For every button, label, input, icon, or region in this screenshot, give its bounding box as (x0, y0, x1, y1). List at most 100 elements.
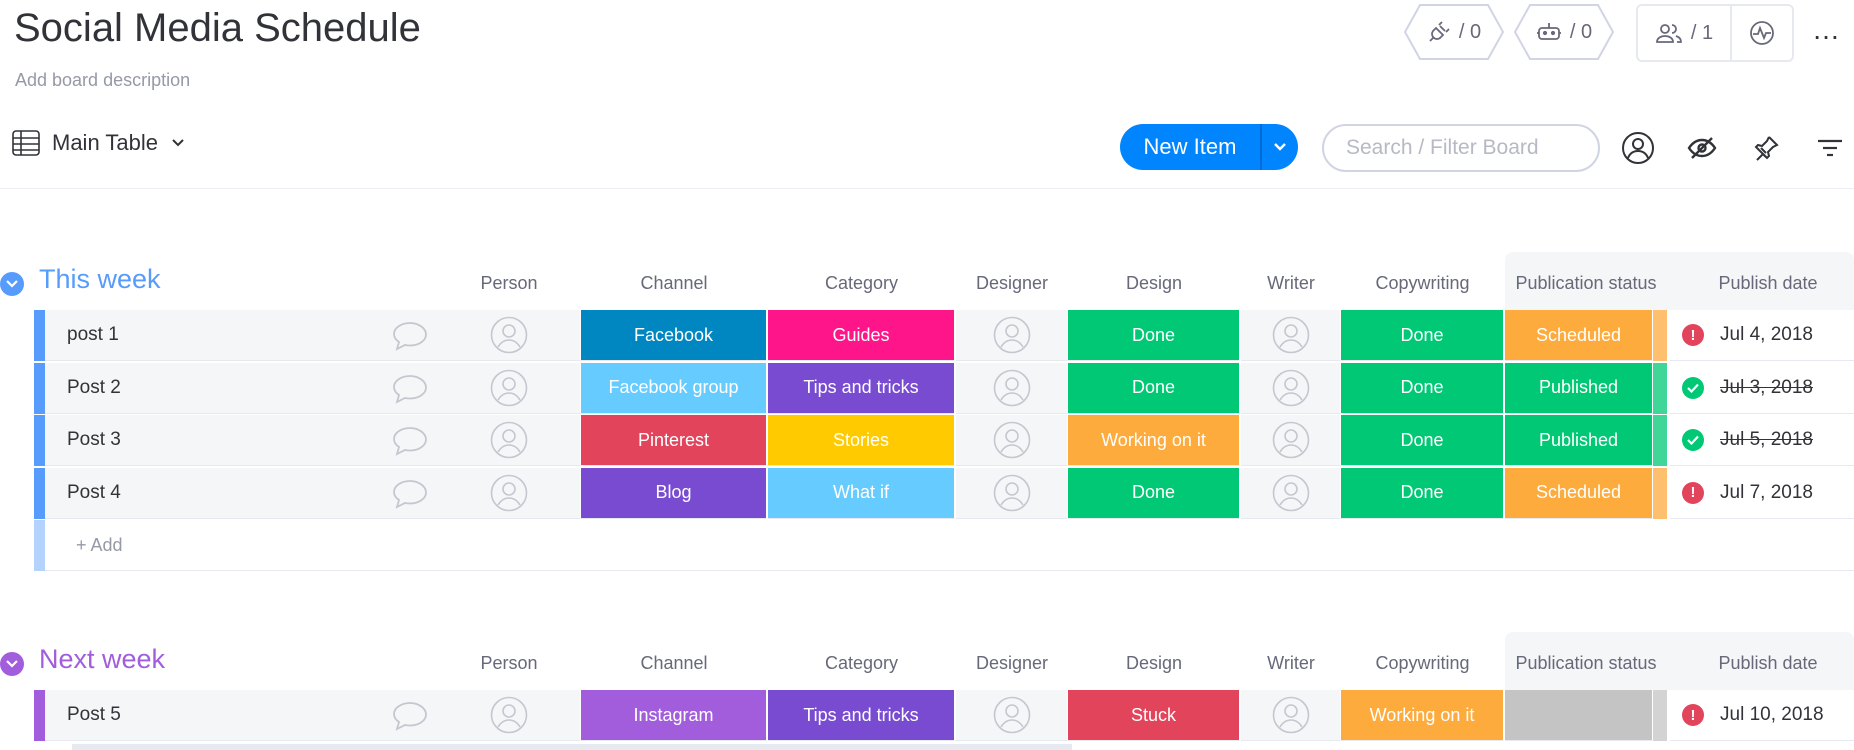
item-name-cell[interactable]: post 1 (45, 310, 437, 361)
status-status-cell[interactable]: Scheduled (1505, 310, 1653, 361)
design-status-cell[interactable]: Done (1068, 362, 1240, 414)
group-collapse-toggle[interactable] (0, 652, 24, 676)
design-status-cell[interactable]: Stuck (1068, 690, 1240, 741)
item-name[interactable]: post 1 (67, 324, 119, 346)
column-header-person[interactable]: Person (437, 653, 581, 677)
item-name-cell[interactable]: Post 3 (45, 415, 437, 466)
designer-cell[interactable] (956, 467, 1068, 519)
column-header-person[interactable]: Person (437, 273, 581, 297)
pin-button[interactable] (1746, 128, 1786, 168)
designer-cell[interactable] (956, 690, 1068, 741)
publish-date-cell[interactable]: ! Jul 4, 2018 (1670, 310, 1854, 361)
column-header-category[interactable]: Category (768, 653, 955, 677)
channel-status-cell[interactable]: Pinterest (581, 415, 767, 466)
column-header-copy[interactable]: Copywriting (1341, 273, 1504, 297)
column-header-status[interactable]: Publication status (1505, 273, 1667, 297)
status-status-cell[interactable]: Published (1505, 362, 1653, 414)
designer-cell[interactable] (956, 310, 1068, 361)
publish-date-cell[interactable]: ! Jul 10, 2018 (1670, 690, 1854, 741)
board-title[interactable]: Social Media Schedule (14, 6, 421, 51)
chat-bubble-icon[interactable] (391, 478, 429, 515)
copy-status-cell[interactable]: Done (1341, 467, 1504, 519)
item-name[interactable]: Post 2 (67, 377, 121, 399)
group-title[interactable]: This week (39, 264, 161, 295)
members-button[interactable]: / 1 (1638, 6, 1732, 60)
writer-cell[interactable] (1241, 310, 1341, 361)
person-cell[interactable] (437, 362, 581, 414)
category-status-cell[interactable]: Guides (768, 310, 955, 361)
item-name[interactable]: Post 4 (67, 482, 121, 504)
copy-status-cell[interactable]: Done (1341, 415, 1504, 466)
column-header-channel[interactable]: Channel (581, 273, 767, 297)
category-status-cell[interactable]: What if (768, 467, 955, 519)
chat-bubble-icon[interactable] (391, 320, 429, 357)
copy-status-cell[interactable]: Done (1341, 310, 1504, 361)
view-selector[interactable]: Main Table (12, 130, 186, 156)
column-header-date[interactable]: Publish date (1682, 653, 1854, 677)
more-options-button[interactable]: … (1812, 14, 1841, 46)
add-item-cell[interactable] (45, 520, 1854, 571)
item-name[interactable]: Post 5 (67, 704, 121, 726)
design-status-cell[interactable]: Done (1068, 310, 1240, 361)
board-members[interactable]: / 1 (1636, 4, 1794, 62)
channel-status-cell[interactable]: Blog (581, 467, 767, 519)
new-item-button[interactable]: New Item (1120, 124, 1298, 170)
writer-cell[interactable] (1241, 690, 1341, 741)
channel-status-cell[interactable]: Facebook (581, 310, 767, 361)
column-header-designer[interactable]: Designer (956, 273, 1068, 297)
board-description[interactable]: Add board description (15, 70, 190, 91)
chat-bubble-icon[interactable] (391, 373, 429, 410)
column-header-design[interactable]: Design (1068, 653, 1240, 677)
category-status-cell[interactable]: Tips and tricks (768, 690, 955, 741)
status-status-cell[interactable]: Published (1505, 415, 1653, 466)
person-cell[interactable] (437, 310, 581, 361)
status-status-cell[interactable]: Scheduled (1505, 467, 1653, 519)
chat-bubble-icon[interactable] (391, 425, 429, 462)
automations-button[interactable]: / 0 (1514, 4, 1614, 60)
publish-date-cell[interactable]: ! Jul 7, 2018 (1670, 468, 1854, 519)
column-header-design[interactable]: Design (1068, 273, 1240, 297)
design-status-cell[interactable]: Working on it (1068, 415, 1240, 466)
writer-cell[interactable] (1241, 467, 1341, 519)
column-header-copy[interactable]: Copywriting (1341, 653, 1504, 677)
table-row[interactable]: Post 3 Pinterest Stories Working on it Done P… (34, 415, 1854, 467)
group-title[interactable]: Next week (39, 644, 165, 675)
item-name-cell[interactable]: Post 5 (45, 690, 437, 741)
filter-button[interactable] (1810, 128, 1850, 168)
integrations-button[interactable]: / 0 (1404, 4, 1504, 60)
column-header-writer[interactable]: Writer (1241, 653, 1341, 677)
group-collapse-toggle[interactable] (0, 272, 24, 296)
person-cell[interactable] (437, 415, 581, 466)
chat-bubble-icon[interactable] (391, 700, 429, 737)
column-header-date[interactable]: Publish date (1682, 273, 1854, 297)
table-row[interactable]: Post 5 Instagram Tips and tricks Stuck Worki… (34, 690, 1854, 742)
status-status-cell[interactable] (1505, 690, 1653, 741)
table-row[interactable]: Post 2 Facebook group Tips and tricks Done D… (34, 362, 1854, 415)
item-name-cell[interactable]: Post 2 (45, 362, 437, 414)
category-status-cell[interactable]: Stories (768, 415, 955, 466)
column-header-status[interactable]: Publication status (1505, 653, 1667, 677)
item-name-cell[interactable]: Post 4 (45, 467, 437, 519)
column-header-channel[interactable]: Channel (581, 653, 767, 677)
design-status-cell[interactable]: Done (1068, 467, 1240, 519)
column-header-writer[interactable]: Writer (1241, 273, 1341, 297)
person-cell[interactable] (437, 467, 581, 519)
hide-columns-button[interactable] (1682, 128, 1722, 168)
new-item-dropdown[interactable] (1260, 124, 1298, 170)
writer-cell[interactable] (1241, 415, 1341, 466)
writer-cell[interactable] (1241, 362, 1341, 414)
person-cell[interactable] (437, 690, 581, 741)
activity-button[interactable] (1732, 6, 1792, 60)
designer-cell[interactable] (956, 362, 1068, 414)
publish-date-cell[interactable]: Jul 3, 2018 (1670, 363, 1854, 414)
category-status-cell[interactable]: Tips and tricks (768, 362, 955, 414)
person-filter-button[interactable] (1618, 128, 1658, 168)
horizontal-scrollbar[interactable] (72, 744, 1072, 750)
add-item-row[interactable]: + Add (34, 520, 1854, 572)
channel-status-cell[interactable]: Facebook group (581, 362, 767, 414)
column-header-designer[interactable]: Designer (956, 653, 1068, 677)
table-row[interactable]: post 1 Facebook Guides Done Done Scheduled! Ju… (34, 310, 1854, 362)
publish-date-cell[interactable]: Jul 5, 2018 (1670, 415, 1854, 466)
designer-cell[interactable] (956, 415, 1068, 466)
column-header-category[interactable]: Category (768, 273, 955, 297)
